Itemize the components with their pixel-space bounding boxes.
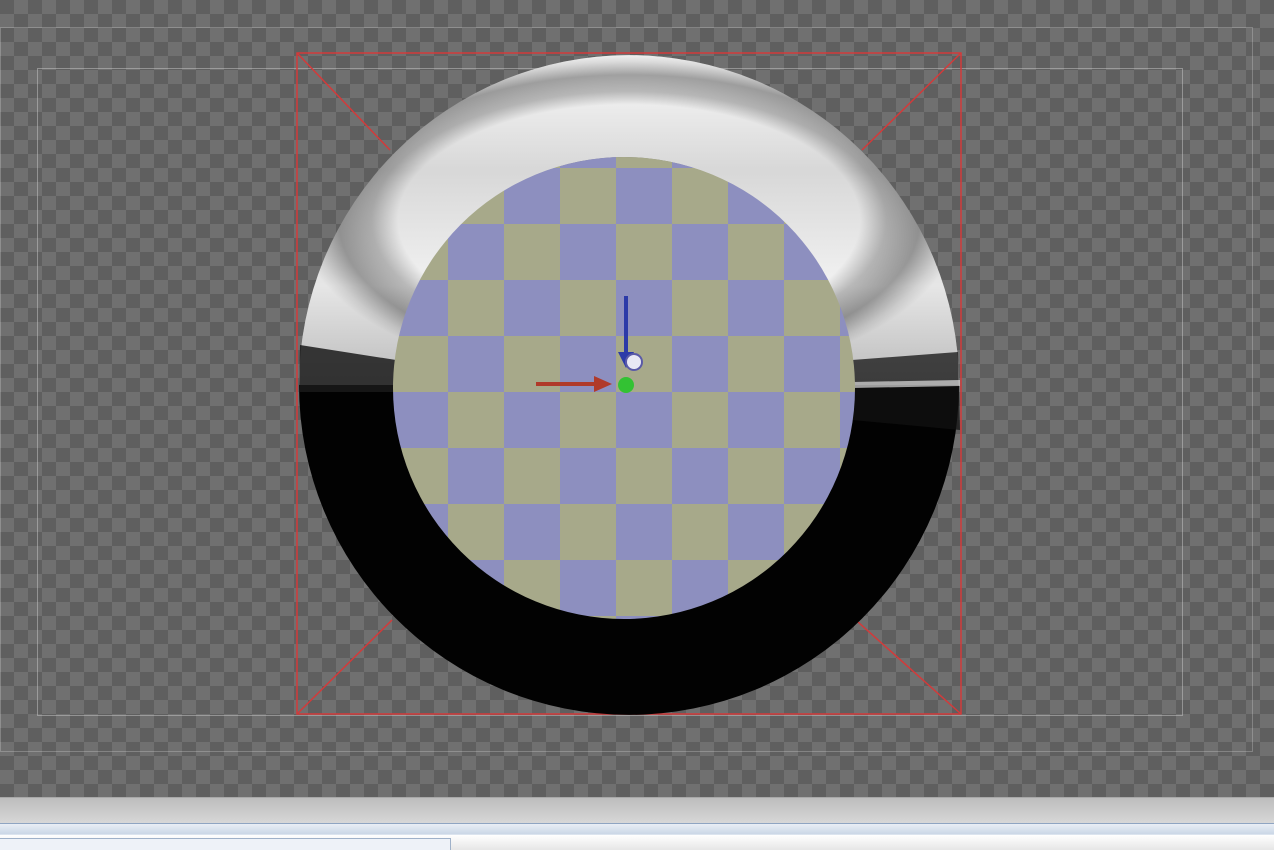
rotate-handle-icon[interactable] <box>625 353 643 371</box>
viewport-status-strip <box>0 797 1274 824</box>
scene-canvas[interactable] <box>0 0 1274 797</box>
viewport-3d[interactable] <box>0 0 1274 797</box>
pivot-icon[interactable] <box>618 377 634 393</box>
bottom-tab[interactable] <box>0 838 451 850</box>
